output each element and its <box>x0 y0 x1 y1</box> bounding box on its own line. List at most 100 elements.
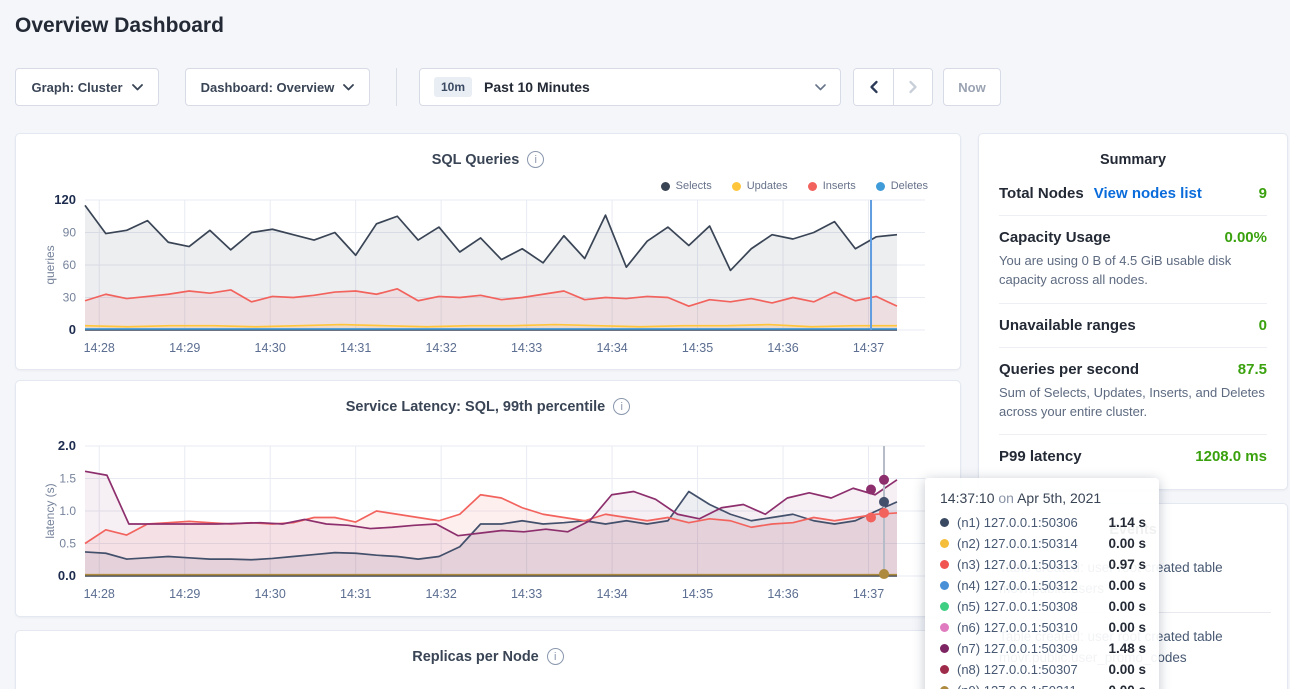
svg-text:14:28: 14:28 <box>84 587 115 601</box>
info-icon[interactable]: i <box>613 398 630 415</box>
summary-rows: Total Nodes View nodes list 9 Capacity Usag… <box>979 172 1287 478</box>
summary-label: P99 latency <box>999 448 1082 465</box>
tooltip-row: (n1) 127.0.0.1:50306 1.14 s <box>940 513 1146 531</box>
dashboard-selector-label: Dashboard: Overview <box>201 80 335 95</box>
summary-value: 87.5 <box>1238 361 1267 378</box>
chart-card-latency: Service Latency: SQL, 99th percentile i … <box>15 380 961 617</box>
svg-text:14:37: 14:37 <box>853 341 884 355</box>
graph-selector[interactable]: Graph: Cluster <box>15 68 159 106</box>
chart-tooltip: 14:37:10 on Apr 5th, 2021 (n1) 127.0.0.1… <box>925 478 1159 689</box>
chart-title-latency: Service Latency: SQL, 99th percentile <box>346 399 606 415</box>
latency-chart[interactable]: 14:28 14:29 14:30 14:31 14:32 14:33 14:34 14:35… <box>37 436 937 608</box>
svg-text:60: 60 <box>63 258 77 272</box>
summary-value: 1208.0 ms <box>1195 448 1267 465</box>
tooltip-node-label: (n8) 127.0.0.1:50307 <box>957 662 1078 677</box>
tooltip-header: 14:37:10 on Apr 5th, 2021 <box>940 490 1146 506</box>
tooltip-node-label: (n4) 127.0.0.1:50312 <box>957 578 1078 593</box>
info-icon[interactable]: i <box>547 648 564 665</box>
view-nodes-link[interactable]: View nodes list <box>1094 185 1202 202</box>
svg-text:14:34: 14:34 <box>596 587 627 601</box>
summary-value: 9 <box>1259 185 1267 202</box>
summary-row-head: Unavailable ranges 0 <box>999 317 1267 334</box>
dashboard-selector[interactable]: Dashboard: Overview <box>185 68 370 106</box>
tooltip-row: (n6) 127.0.0.1:503100.00 s <box>940 618 1146 636</box>
chevron-down-icon <box>815 84 826 91</box>
svg-text:0: 0 <box>69 322 76 337</box>
summary-panel: Summary Total Nodes View nodes list 9 Capac… <box>978 133 1288 490</box>
tooltip-value: 0.00 s <box>1108 599 1146 614</box>
tooltip-row: (n9) 127.0.0.1:50311 0.00 s <box>940 681 1146 689</box>
tooltip-node-label: (n5) 127.0.0.1:50308 <box>957 599 1078 614</box>
summary-description: You are using 0 B of 4.5 GiB usable disk… <box>999 252 1267 290</box>
svg-text:14:33: 14:33 <box>511 341 542 355</box>
tooltip-value: 1.14 s <box>1108 515 1146 530</box>
svg-text:14:30: 14:30 <box>255 341 286 355</box>
prev-range-button[interactable] <box>854 69 893 105</box>
chart-title-replicas: Replicas per Node <box>412 649 539 665</box>
summary-row: Total Nodes View nodes list 9 <box>999 172 1267 216</box>
tooltip-row: (n5) 127.0.0.1:50308 0.00 s <box>940 597 1146 615</box>
info-icon[interactable]: i <box>527 151 544 168</box>
chart-card-replicas: Replicas per Node i <box>15 630 961 689</box>
time-range-badge: 10m <box>434 77 472 97</box>
tooltip-value: 0.00 s <box>1108 578 1146 593</box>
summary-label: Unavailable ranges <box>999 317 1136 334</box>
tooltip-node-label: (n9) 127.0.0.1:50311 <box>957 683 1077 689</box>
tooltip-node-label: (n2) 127.0.0.1:50314 <box>957 536 1078 551</box>
chart-card-sql-queries: SQL Queries i SelectsUpdatesInsertsDelet… <box>15 133 961 370</box>
svg-text:14:32: 14:32 <box>425 341 456 355</box>
summary-value: 0.00% <box>1224 229 1267 246</box>
next-range-button[interactable] <box>893 69 932 105</box>
summary-row: P99 latency 1208.0 ms <box>999 435 1267 478</box>
chevron-left-icon <box>868 80 880 94</box>
tooltip-row: (n4) 127.0.0.1:50312 0.00 s <box>940 576 1146 594</box>
now-button[interactable]: Now <box>943 68 1001 106</box>
summary-row-head: Queries per second87.5 <box>999 361 1267 378</box>
svg-text:14:32: 14:32 <box>425 587 456 601</box>
node-color-dot <box>940 665 949 674</box>
tooltip-node-label: (n1) 127.0.0.1:50306 <box>957 515 1078 530</box>
tooltip-on: on <box>998 490 1014 506</box>
svg-text:1.5: 1.5 <box>59 472 76 486</box>
svg-text:14:33: 14:33 <box>511 587 542 601</box>
node-color-dot <box>940 518 949 527</box>
tooltip-row: (n2) 127.0.0.1:503140.00 s <box>940 534 1146 552</box>
svg-text:14:29: 14:29 <box>169 341 200 355</box>
tooltip-value: 1.48 s <box>1108 641 1146 656</box>
svg-text:30: 30 <box>63 291 77 305</box>
summary-value: 0 <box>1259 317 1267 334</box>
summary-row: Capacity Usage 0.00% You are using 0 B of … <box>999 216 1267 304</box>
sql-queries-chart[interactable]: 14:2814:2914:3014:3114:3214:3314:3414:35… <box>37 190 937 362</box>
summary-label: Capacity Usage <box>999 229 1111 246</box>
svg-text:14:35: 14:35 <box>682 587 713 601</box>
tooltip-node-label: (n7) 127.0.0.1:50309 <box>957 641 1078 656</box>
svg-text:0.0: 0.0 <box>58 568 76 583</box>
summary-label: Total Nodes <box>999 185 1084 202</box>
svg-text:14:31: 14:31 <box>340 587 371 601</box>
tooltip-node-label: (n6) 127.0.0.1:50310 <box>957 620 1078 635</box>
node-color-dot <box>940 560 949 569</box>
summary-row-head: Capacity Usage 0.00% <box>999 229 1267 246</box>
svg-text:14:35: 14:35 <box>682 341 713 355</box>
svg-text:14:30: 14:30 <box>255 587 286 601</box>
tooltip-row: (n8) 127.0.0.1:503070.00 s <box>940 660 1146 678</box>
node-color-dot <box>940 686 949 689</box>
tooltip-value: 0.97 s <box>1108 557 1146 572</box>
svg-text:14:37: 14:37 <box>853 587 884 601</box>
svg-text:120: 120 <box>54 192 76 207</box>
svg-text:14:34: 14:34 <box>596 341 627 355</box>
time-range-picker[interactable]: 10m Past 10 Minutes <box>419 68 841 106</box>
toolbar-divider <box>396 68 397 106</box>
toolbar: Graph: Cluster Dashboard: Overview 10m P… <box>15 68 1001 106</box>
tooltip-value: 0.00 s <box>1108 683 1146 689</box>
summary-title: Summary <box>979 134 1287 172</box>
tooltip-row: (n7) 127.0.0.1:50309 1.48 s <box>940 639 1146 657</box>
summary-row-head: P99 latency 1208.0 ms <box>999 448 1267 465</box>
chart-title-sql: SQL Queries <box>432 152 520 168</box>
tooltip-rows: (n1) 127.0.0.1:50306 1.14 s (n2) 127.0.0.1… <box>940 513 1146 689</box>
svg-text:14:29: 14:29 <box>169 587 200 601</box>
chevron-right-icon <box>907 80 919 94</box>
svg-text:0.5: 0.5 <box>59 537 76 551</box>
time-range-label: Past 10 Minutes <box>484 79 590 95</box>
svg-text:1.0: 1.0 <box>59 504 76 518</box>
